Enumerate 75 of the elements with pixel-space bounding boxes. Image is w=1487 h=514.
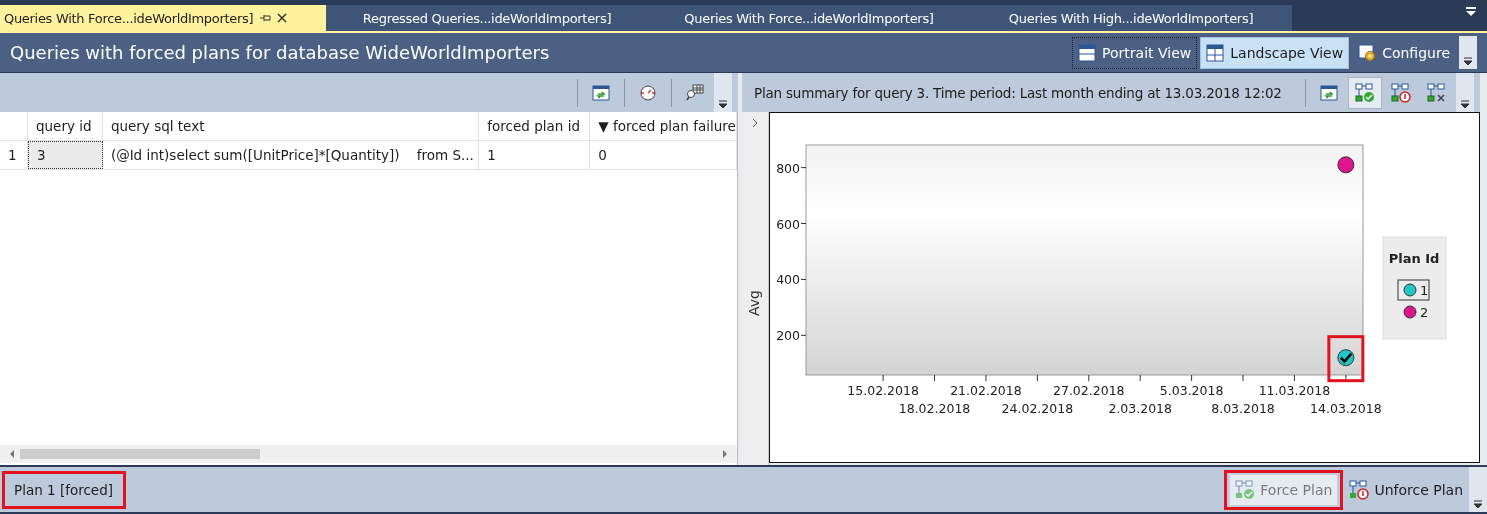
- document-tab[interactable]: Queries With Force...ideWorldImporters]: [0, 5, 326, 31]
- plan-check-icon: [1235, 479, 1256, 500]
- data-point[interactable]: [1337, 156, 1355, 174]
- scrollbar-thumb[interactable]: [20, 449, 260, 459]
- clock-icon: [639, 83, 657, 102]
- portrait-layout-icon: [1078, 43, 1097, 62]
- x-tick-label: 24.02.2018: [1001, 401, 1074, 416]
- table-cell: (@Id int)select sum([UnitPrice]*[Quantity]) from S...: [110, 147, 474, 163]
- expand-chevron-icon[interactable]: [751, 118, 759, 128]
- x-tick-label: 11.03.2018: [1258, 383, 1331, 398]
- y-tick-label: 200: [776, 328, 801, 344]
- overflow-button[interactable]: [714, 73, 732, 112]
- x-tick-label: 8.03.2018: [1211, 401, 1275, 416]
- overflow-button[interactable]: [1469, 467, 1487, 512]
- view-button[interactable]: Configure: [1352, 36, 1456, 69]
- x-tick-label: 15.02.2018: [847, 383, 919, 398]
- overflow-arrow-icon: [1461, 100, 1469, 108]
- document-tab[interactable]: Queries With Force...ideWorldImporters]: [648, 5, 970, 31]
- landscape-layout-icon: [1206, 43, 1225, 62]
- document-tab[interactable]: Regressed Queries...ideWorldImporters]: [326, 5, 648, 31]
- column-header[interactable]: ▼ forced plan failure: [598, 118, 736, 134]
- pin-icon[interactable]: [259, 13, 272, 23]
- plan-warning-icon: [1349, 479, 1370, 500]
- legend-title: Plan Id: [1388, 251, 1440, 266]
- check-icon: [1339, 352, 1353, 364]
- legend-label: 1: [1420, 283, 1429, 298]
- table-cell: 3: [36, 147, 46, 163]
- overflow-arrow-icon: [1464, 57, 1472, 65]
- overflow-arrow-icon: [1474, 500, 1482, 508]
- x-tick-label: 27.02.2018: [1053, 383, 1125, 398]
- highlight-frame: [1327, 335, 1365, 383]
- magnifier-grid-icon: [686, 83, 704, 102]
- scroll-right-icon[interactable]: [721, 449, 729, 459]
- legend-item[interactable]: 1: [1397, 279, 1430, 301]
- column-header[interactable]: forced plan id: [487, 118, 580, 134]
- y-tick: 400: [776, 272, 807, 288]
- view-button[interactable]: Portrait View: [1072, 36, 1198, 69]
- x-tick-label: 21.02.2018: [950, 383, 1022, 398]
- close-icon[interactable]: [277, 13, 288, 23]
- dropdown-arrow-icon[interactable]: [1465, 7, 1477, 17]
- column-header[interactable]: query sql text: [110, 118, 205, 134]
- y-tick-label: 800: [776, 160, 801, 176]
- column-header[interactable]: query id: [35, 118, 92, 134]
- force-button[interactable]: [1348, 76, 1382, 109]
- y-tick: 800: [776, 160, 807, 176]
- refresh-window-icon: [1320, 84, 1338, 101]
- x-tick-label: 14.03.2018: [1310, 401, 1382, 416]
- plan-summary-title: Plan summary for query 3. Time period: Last month ending at 13.03.2018 12:02: [754, 84, 1283, 101]
- refresh-window-icon: [592, 84, 610, 101]
- y-tick-label: 600: [776, 216, 801, 232]
- report-title: Queries with forced plans for database WideWorldImporters: [10, 42, 551, 63]
- legend-label: 2: [1420, 305, 1429, 320]
- y-tick-label: 400: [776, 272, 801, 288]
- view-button[interactable]: Landscape View: [1200, 36, 1350, 69]
- table-cell: 1: [487, 147, 496, 163]
- plan-check-icon: [1355, 82, 1375, 103]
- scroll-left-icon[interactable]: [8, 449, 16, 459]
- document-tab[interactable]: Queries With High...ideWorldImporters]: [970, 5, 1292, 31]
- overflow-button[interactable]: [1459, 36, 1477, 69]
- unforce-plan-button[interactable]: Unforce Plan: [1343, 473, 1469, 506]
- plan-warning-icon: [1391, 82, 1411, 103]
- plan-cross-icon: [1427, 82, 1447, 103]
- gear-icon: [1358, 43, 1377, 62]
- table-cell: 0: [598, 147, 607, 163]
- x-tick-label: 2.03.2018: [1108, 401, 1172, 416]
- x-tick-label: 5.03.2018: [1159, 383, 1224, 398]
- data-point[interactable]: [1337, 349, 1355, 367]
- overflow-button[interactable]: [1456, 73, 1474, 112]
- y-tick: 600: [776, 216, 807, 232]
- x-tick-label: 18.02.2018: [898, 401, 971, 416]
- y-axis-label: Avg: [747, 290, 762, 316]
- y-tick: 200: [776, 328, 807, 344]
- plan-status-label: Plan 1 [forced]: [2, 470, 126, 509]
- overflow-arrow-icon: [719, 100, 727, 108]
- row-number: 1: [8, 147, 17, 163]
